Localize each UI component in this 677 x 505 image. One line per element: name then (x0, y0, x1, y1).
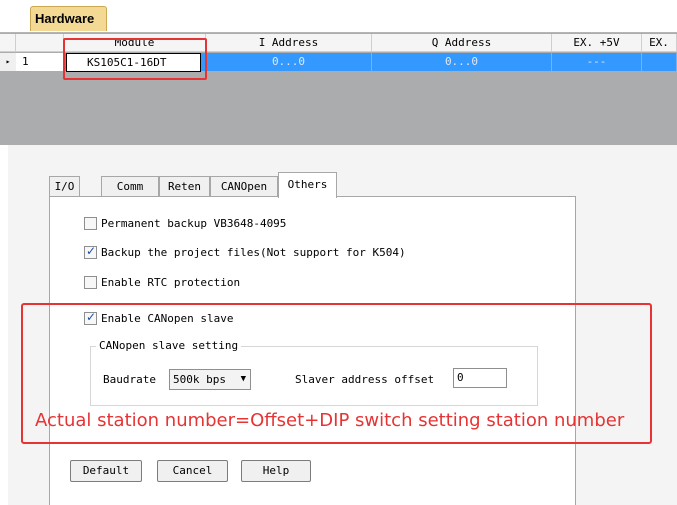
backup-project-files-label: Backup the project files(Not support for… (101, 246, 406, 259)
cell-i-address[interactable]: 0...0 (206, 53, 372, 71)
permanent-backup-checkbox[interactable] (84, 217, 97, 230)
module-highlight-box (63, 38, 207, 80)
cancel-button[interactable]: Cancel (157, 460, 228, 482)
grid-index-header (16, 34, 64, 52)
cell-q-address[interactable]: 0...0 (372, 53, 552, 71)
tab-canopen[interactable]: CANOpen (210, 176, 278, 197)
column-header-i-address[interactable]: I Address (206, 34, 372, 52)
permanent-backup-label: Permanent backup VB3648-4095 (101, 217, 287, 230)
tab-comm[interactable]: Comm (101, 176, 159, 197)
enable-rtc-protection-checkbox[interactable] (84, 276, 97, 289)
row-expand-icon[interactable]: ▸ (0, 53, 16, 71)
grid-corner-header (0, 34, 16, 52)
tab-others[interactable]: Others (278, 172, 337, 198)
column-header-ex[interactable]: EX. (642, 34, 677, 52)
help-button[interactable]: Help (241, 460, 311, 482)
backup-project-files-checkbox[interactable] (84, 244, 97, 259)
column-header-q-address[interactable]: Q Address (372, 34, 552, 52)
tab-reten[interactable]: Reten (159, 176, 210, 197)
station-number-annotation: Actual station number=Offset+DIP switch … (35, 410, 625, 431)
column-header-ex-5v[interactable]: EX. +5V (552, 34, 642, 52)
cell-ex-5v[interactable]: --- (552, 53, 642, 71)
tab-io[interactable]: I/O (49, 176, 80, 197)
enable-rtc-protection-label: Enable RTC protection (101, 276, 241, 289)
cell-ex[interactable] (642, 53, 677, 71)
document-tab-strip: Hardware (0, 0, 677, 32)
default-button[interactable]: Default (70, 460, 142, 482)
tab-hardware[interactable]: Hardware (30, 6, 107, 31)
row-index[interactable]: 1 (16, 53, 64, 71)
